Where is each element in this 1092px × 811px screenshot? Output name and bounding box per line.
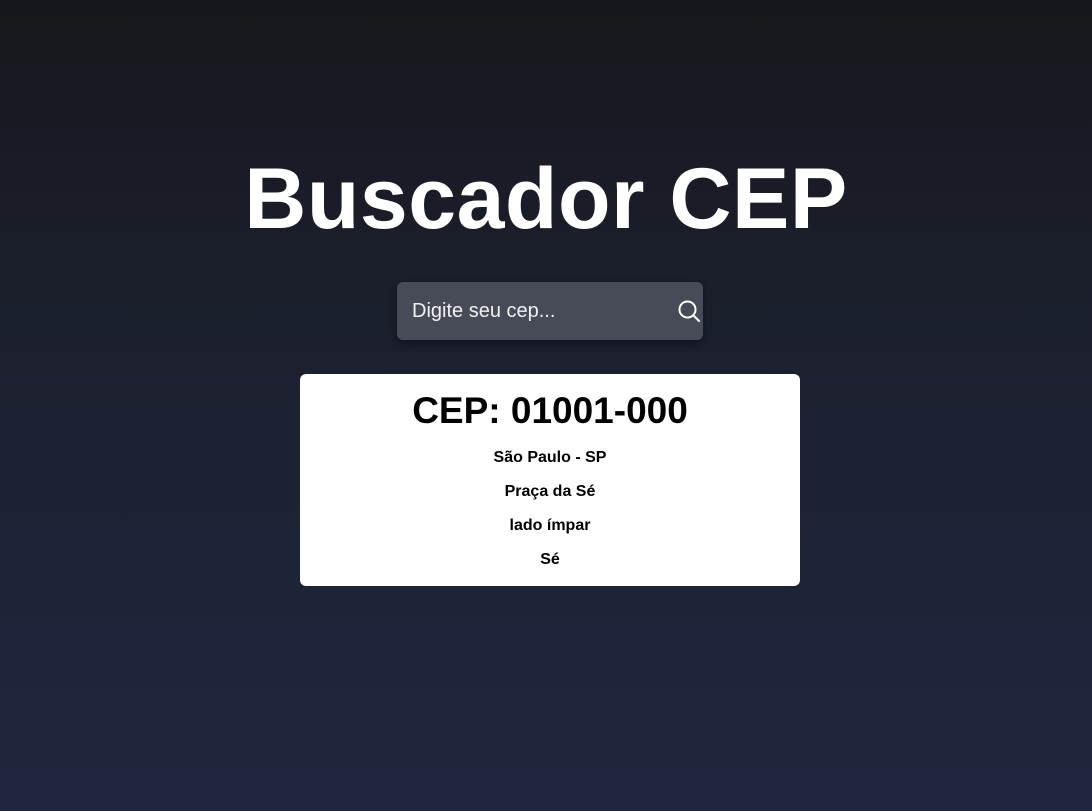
search-box [397,282,703,340]
page-title: Buscador CEP [244,151,848,247]
street-text: Praça da Sé [504,483,596,500]
result-card: CEP: 01001-000 São Paulo - SP Praça da S… [300,374,800,586]
search-input[interactable] [412,282,677,340]
search-icon [678,300,700,322]
complement-text: lado ímpar [509,517,591,534]
city-state-text: São Paulo - SP [493,449,607,466]
search-button[interactable] [677,296,701,326]
neighborhood-text: Sé [540,551,560,568]
cep-heading: CEP: 01001-000 [412,390,688,431]
